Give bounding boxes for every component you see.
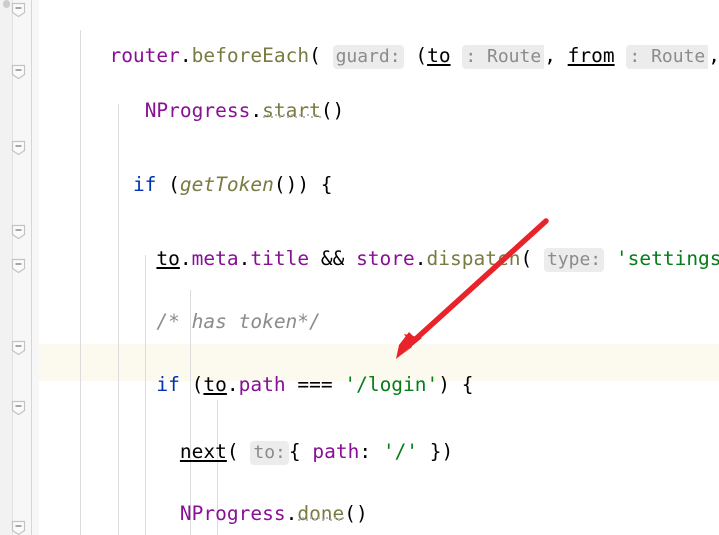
code-text-area[interactable]: router.beforeEach( guard: (to : Route, f…: [39, 0, 719, 535]
fold-collapse-icon[interactable]: [11, 258, 26, 274]
code-editor[interactable]: router.beforeEach( guard: (to : Route, f…: [0, 0, 719, 535]
code-token: if (to.path === '/login') {: [156, 373, 474, 396]
code-token: NProgress.done(): [179, 502, 368, 525]
code-line[interactable]: if (to.path === '/login') {: [39, 329, 719, 396]
fold-collapse-icon[interactable]: [11, 400, 26, 416]
gutter-divider: [31, 0, 32, 535]
code-line[interactable]: } else {: [39, 524, 719, 535]
code-line[interactable]: if (getToken()) {: [39, 129, 719, 196]
code-line[interactable]: next( to:{ path: '/' }): [39, 396, 719, 465]
editor-scrollbar-thumb[interactable]: [3, 0, 10, 8]
code-line[interactable]: NProgress.done(): [39, 458, 719, 525]
fold-collapse-icon[interactable]: [11, 2, 26, 18]
fold-collapse-icon[interactable]: [11, 64, 26, 80]
code-line[interactable]: NProgress.start(): [39, 55, 719, 122]
code-line[interactable]: to.meta.title && store.dispatch( type: '…: [39, 203, 719, 272]
fold-collapse-icon[interactable]: [11, 140, 26, 156]
fold-collapse-icon[interactable]: [11, 224, 26, 240]
code-token: NProgress.start(): [144, 99, 345, 122]
code-line[interactable]: router.beforeEach( guard: (to : Route, f…: [39, 0, 719, 69]
code-token: if (getToken()) {: [132, 173, 333, 196]
code-line[interactable]: /* has token*/: [39, 266, 719, 333]
fold-collapse-icon[interactable]: [11, 340, 26, 356]
fold-collapse-icon[interactable]: [11, 520, 26, 535]
